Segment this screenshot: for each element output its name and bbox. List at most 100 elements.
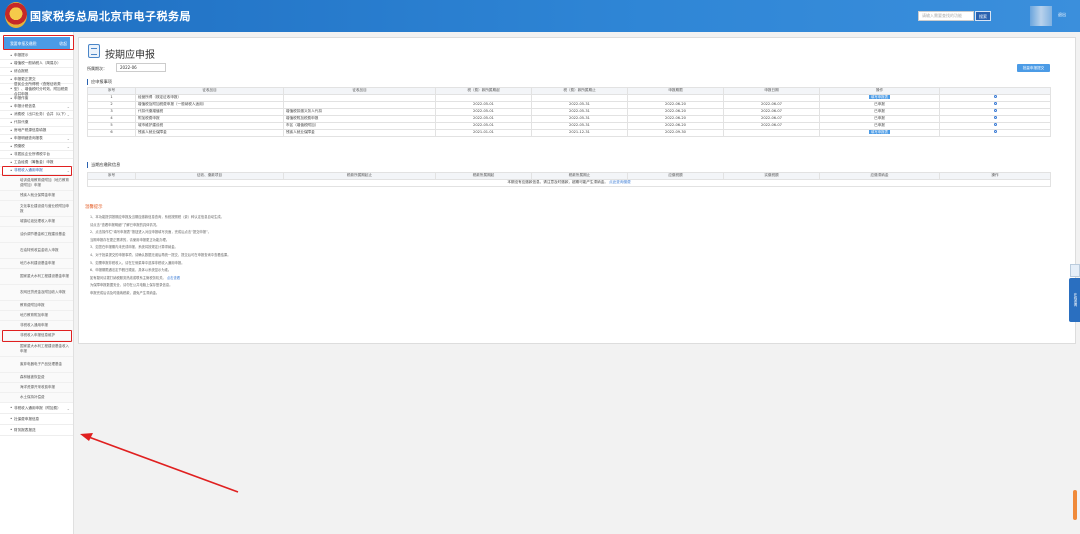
search-button[interactable]: 搜索 (975, 11, 991, 21)
sidebar-item[interactable]: • 预缴税 ⌄ (0, 143, 73, 151)
column-header: 应缴税额 (627, 172, 724, 180)
period-start: 2022-05-01 (435, 122, 532, 130)
chevron-down-icon: ⌄ (66, 112, 70, 117)
row-number: 4 (87, 115, 136, 123)
sidebar-item[interactable]: • 非居民企业所得税平台 (0, 151, 73, 159)
deadline: 2022-06-20 (627, 115, 724, 123)
row-radio[interactable] (993, 102, 997, 106)
sidebar-item-label: 社保费申报信息 (14, 416, 40, 421)
column-header: 税款所属期起止 (283, 172, 436, 180)
sidebar-item[interactable]: • 非税收入通用申报（附加费） ⌄ (0, 403, 73, 414)
table-row: 6 残疾人就业保障金 残疾人就业保障金 2021-01-01 2021-12-3… (87, 129, 1051, 137)
sidebar-subitem[interactable]: 农网还贷资金及附加收入申报 (0, 285, 73, 301)
deadline (627, 94, 724, 102)
row-radio[interactable] (993, 109, 997, 113)
tip-text: 当期申报存在更正需求的，请使用申报更正功能办理。 (90, 237, 170, 242)
float-widget-icon[interactable] (1070, 264, 1080, 277)
sidebar-item[interactable]: • 增值税一般纳税人（简易办） (0, 60, 73, 68)
sidebar-subitem-label: 农网还贷资金及附加收入申报 (20, 290, 66, 294)
sidebar-subitem[interactable]: 地方水利建设基金申报 (0, 259, 73, 269)
declare-date: 2022-06-07 (723, 108, 820, 116)
sidebar-subitem-label: 教育费附加申报 (20, 303, 45, 307)
row-number: 6 (87, 129, 136, 137)
table-row: 1 经营所得（核定征收申报） 填写申报表 (87, 94, 1051, 102)
sidebar-subitem[interactable]: 国家重大水利工程建设基金申报 (0, 269, 73, 285)
bullet-icon: • (10, 405, 13, 410)
empty-cell: 本期没有应缴款信息，请注意及时缴款，超期可能产生滞纳金。 点此查询缴费 (87, 179, 1051, 187)
column-header: 应缴滞纳金 (819, 172, 940, 180)
online-consult-tab[interactable]: 在线咨询 (1069, 278, 1080, 322)
sidebar-item[interactable]: • 综合报税 (0, 68, 73, 76)
bullet-icon: • (10, 52, 13, 58)
user-avatar[interactable] (1030, 6, 1052, 26)
row-number: 5 (87, 122, 136, 130)
sidebar-item-label: 非税收入通用申报（附加费） (14, 405, 61, 410)
deadline: 2022-06-20 (627, 122, 724, 130)
column-header: 序号 (87, 87, 136, 95)
sidebar-item[interactable]: • 社保费申报信息 (0, 414, 73, 425)
sidebar-item[interactable]: • 代扣代缴 (0, 119, 73, 127)
declare-date (723, 129, 820, 137)
scrollbar-thumb[interactable] (1073, 490, 1077, 520)
bullet-icon: • (10, 95, 13, 101)
tip-text: 1、本功能提供按期应申报及当期应缴款信息查询，系统按照税（费）种认定信息自动生成… (90, 215, 224, 219)
sidebar-subitem[interactable]: 海洋资源开采收费申报 (0, 383, 73, 393)
sidebar-item-label: 预缴税 (14, 144, 25, 148)
sidebar-subitem-label: 培训费用教育费附加（地方教育费附加）申报 (20, 177, 69, 187)
fill-form-button[interactable]: 填写申报表 (869, 95, 890, 100)
sidebar-subitem[interactable]: 废弃电器电子产品处理基金 (0, 357, 73, 373)
query-payment-link[interactable]: 点此查询缴费 (609, 181, 631, 185)
sidebar-item[interactable]: • 申报计税信息 ⌄ (0, 103, 73, 111)
operation-cell: 已申报 (819, 115, 940, 123)
sidebar-item[interactable]: • 居民企业所得税（查账征收类型）、增值税时分时效、附加税费合并申报 (0, 82, 73, 96)
section-title: 应申报事项 (87, 79, 112, 85)
main-panel: 按期应申报 所属期次： 2022-06 批量申报提交 应申报事项 序号 征收品目征… (78, 37, 1076, 344)
sidebar-subitem[interactable]: 石油特别收益金收入申报 (0, 243, 73, 259)
sidebar-subitem[interactable]: 油价调节基金和工程建设基金 (0, 227, 73, 243)
row-radio[interactable] (993, 130, 997, 134)
batch-submit-button[interactable]: 批量申报提交 (1017, 64, 1050, 72)
sidebar-item-label: 综合报税 (14, 69, 29, 73)
period-start: 2022-05-01 (435, 101, 532, 109)
bullet-icon: • (10, 151, 13, 157)
sidebar-item[interactable]: • 申报作废 (0, 95, 73, 103)
chevron-down-icon: ⌄ (66, 144, 70, 149)
sidebar-item[interactable]: • 申报明细查询报表 ⌄ (0, 135, 73, 143)
column-header: 征收品目 (135, 87, 284, 95)
sidebar-subitem[interactable]: 地方教育附加申报 (0, 311, 73, 321)
sidebar-subitem-label: 地方教育附加申报 (20, 313, 48, 317)
sidebar-subitem[interactable]: 水土保持补偿费 (0, 393, 73, 403)
logout-button[interactable]: 退出 (1058, 12, 1066, 18)
declare-date: 2022-06-07 (723, 101, 820, 109)
select-cell (939, 108, 1051, 116)
declare-date: 2022-06-07 (723, 115, 820, 123)
column-header: 申报日期 (723, 87, 820, 95)
search-input[interactable]: 请输入需要查找的功能 (918, 11, 974, 21)
sidebar-item-label: 增值税一般纳税人（简易办） (14, 61, 61, 65)
sidebar-item[interactable]: • 房地产税源信息填报 (0, 127, 73, 135)
sidebar-item[interactable]: • 申报提示 (0, 52, 73, 60)
row-radio[interactable] (993, 123, 997, 127)
row-radio[interactable] (993, 116, 997, 120)
declare-date (723, 94, 820, 102)
sidebar-subitem[interactable]: 城镇垃圾处理收入申报 (0, 217, 73, 227)
column-header: 征收、缴款项目 (135, 172, 284, 180)
sidebar-subitem[interactable]: 教育费附加申报 (0, 301, 73, 311)
tip-link[interactable]: 点击查看 (167, 276, 180, 280)
tip-line: 5、如需申报非税收入，请在左侧菜单中选择非税收入通用申报。 (90, 260, 184, 265)
sidebar-subitem-label: 国家重大水利工程建设基金申报 (20, 274, 69, 278)
sidebar-item[interactable]: • 财务报表报送 (0, 425, 73, 436)
tip-text: 2、点击操作栏“填写申报表”按钮进入对应申报填写页面，完成后点击“提交申报”。 (90, 230, 212, 235)
row-radio[interactable] (993, 95, 997, 99)
period-select[interactable]: 2022-06 (116, 63, 166, 72)
sidebar-subitem[interactable]: 培训费用教育费附加（地方教育费附加）申报 (0, 175, 73, 191)
sidebar-subitem[interactable]: 文化事业建设费与营业税附加申报 (0, 201, 73, 217)
sidebar-subitem[interactable]: 森林植被恢复费 (0, 373, 73, 383)
sidebar-menu: 我要申报及缴税 收起 • 申报提示 • 增值税一般纳税人（简易办） • 综合报税 • 申报更正… (0, 32, 74, 534)
sidebar-subitem[interactable]: 残疾人就业保障金申报 (0, 191, 73, 201)
sidebar-item[interactable]: • 消费税（出口业务）合并（以下） ⌄ (0, 111, 73, 119)
fill-form-button[interactable]: 填写申报表 (869, 130, 890, 135)
sidebar-subitem[interactable]: 国家重大水利工程建设基金收入申报 (0, 341, 73, 357)
column-header: 操作 (819, 87, 940, 95)
bullet-icon: • (10, 416, 13, 421)
